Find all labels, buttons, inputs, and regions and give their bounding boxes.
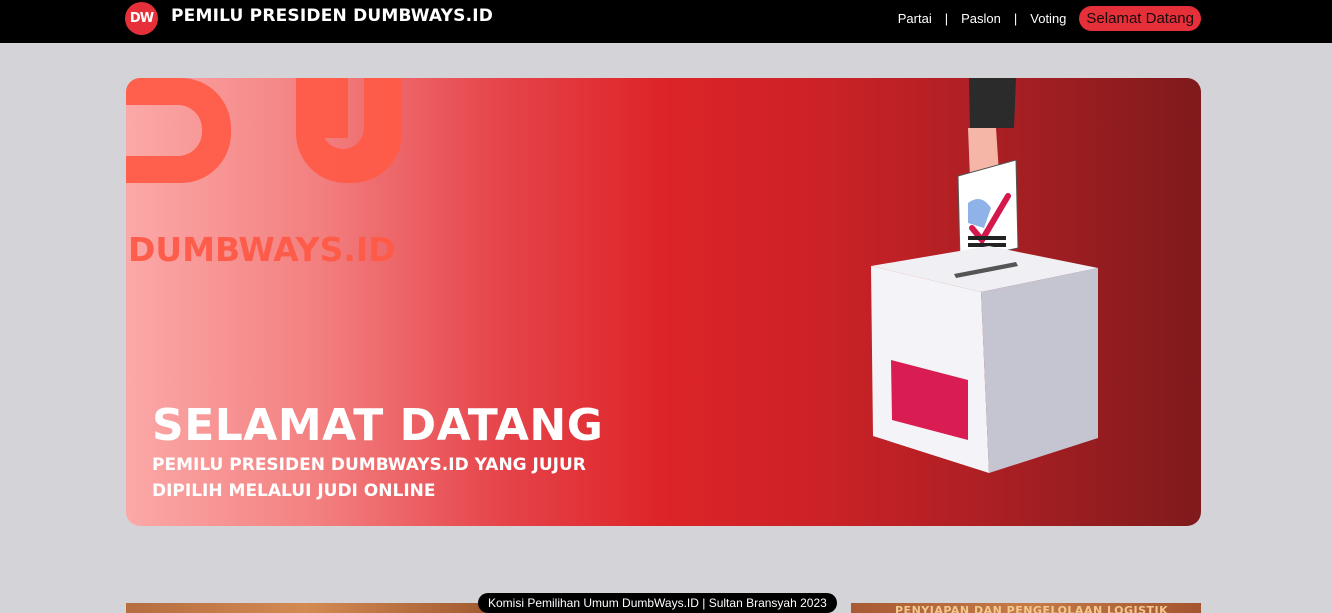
nav-separator: |	[1013, 10, 1018, 26]
nav-links: Partai | Paslon | Voting Selamat Datang	[898, 4, 1201, 32]
selamat-datang-button[interactable]: Selamat Datang	[1079, 5, 1201, 31]
nav-link-paslon[interactable]: Paslon	[961, 11, 1001, 26]
nav-link-partai[interactable]: Partai	[898, 11, 932, 26]
info-card-image-right[interactable]: PENYIAPAN DAN PENGELOLAAN LOGISTIK	[851, 603, 1201, 613]
nav-link-voting[interactable]: Voting	[1030, 11, 1066, 26]
info-card-image-left[interactable]	[126, 603, 486, 613]
watermark-text: DUMBWAYS.ID	[128, 230, 396, 269]
footer-credit: Komisi Pemilihan Umum DumbWays.ID | Sult…	[478, 593, 837, 613]
brand-title[interactable]: PEMILU PRESIDEN DUMBWAYS.ID	[171, 6, 493, 26]
hero-banner: DUMBWAYS.ID SELAMAT DATANG PEMILU PRESID…	[126, 78, 1201, 526]
nav-separator: |	[944, 10, 949, 26]
hero-subtitle-line1: PEMILU PRESIDEN DUMBWAYS.ID YANG JUJUR	[152, 455, 586, 475]
info-card-title: PENYIAPAN DAN PENGELOLAAN LOGISTIK	[895, 604, 1169, 613]
ballot-box-icon	[871, 78, 1098, 473]
navbar: DW PEMILU PRESIDEN DUMBWAYS.ID Partai | …	[0, 0, 1332, 43]
hero-subtitle-line2: DIPILIH MELALUI JUDI ONLINE	[152, 481, 436, 501]
hero-subtitle: PEMILU PRESIDEN DUMBWAYS.ID YANG JUJUR D…	[152, 452, 586, 504]
hero-heading: SELAMAT DATANG	[152, 400, 604, 451]
brand-logo[interactable]: DW	[125, 2, 158, 35]
